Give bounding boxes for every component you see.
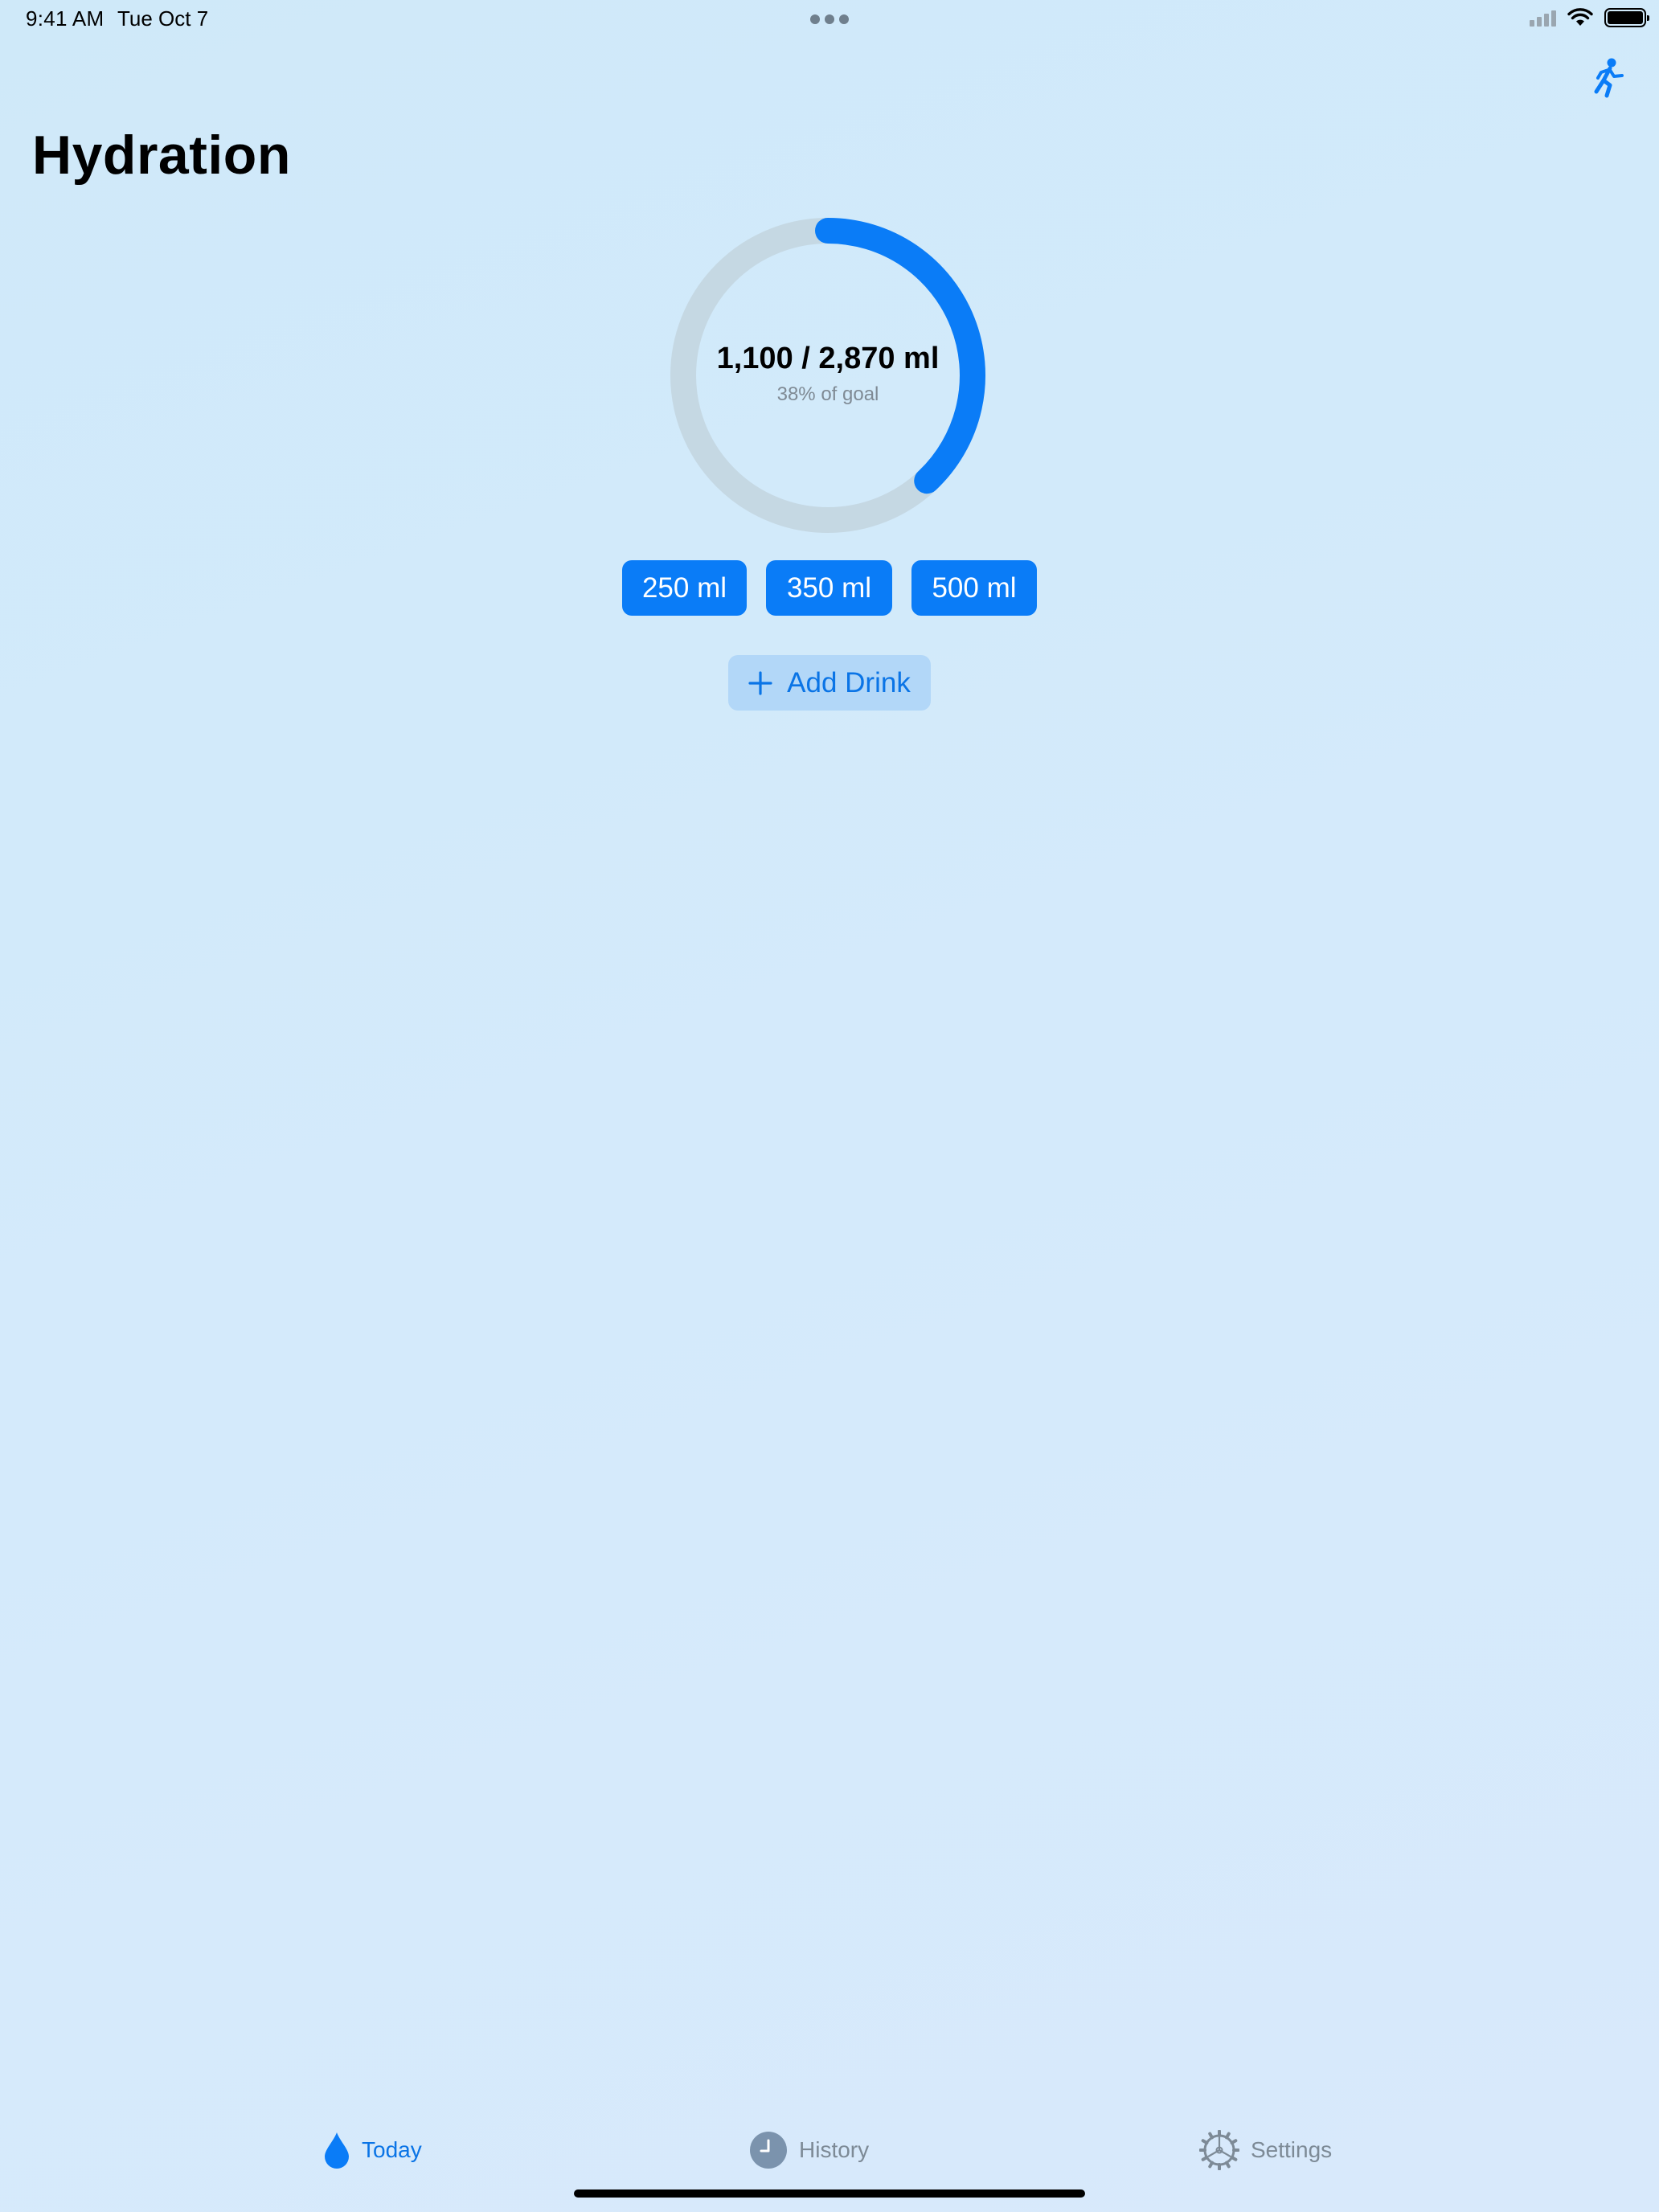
water-drop-icon bbox=[325, 2132, 349, 2169]
add-drink-button[interactable]: Add Drink bbox=[728, 655, 931, 711]
progress-readout: 1,100 / 2,870 ml 38% of goal bbox=[667, 215, 989, 536]
quick-add-500-button[interactable]: 500 ml bbox=[911, 560, 1037, 616]
tab-bar: Today History Settings bbox=[0, 2114, 1659, 2186]
cellular-signal-icon bbox=[1530, 9, 1556, 27]
gear-icon bbox=[1199, 2130, 1239, 2170]
battery-icon bbox=[1604, 8, 1649, 27]
tab-history[interactable]: History bbox=[749, 2114, 869, 2186]
tab-settings-label: Settings bbox=[1251, 2137, 1333, 2162]
status-bar: 9:41 AM Tue Oct 7 bbox=[0, 0, 1659, 40]
tab-today-label: Today bbox=[362, 2137, 422, 2162]
progress-percent: 38% of goal bbox=[776, 383, 879, 405]
tab-settings[interactable]: Settings bbox=[1199, 2114, 1332, 2186]
status-indicators bbox=[1530, 8, 1649, 27]
home-indicator[interactable] bbox=[574, 2189, 1085, 2198]
multitasking-dots-icon[interactable] bbox=[810, 14, 849, 24]
clock-icon bbox=[750, 2132, 787, 2169]
tab-history-label: History bbox=[799, 2137, 870, 2162]
progress-amount: 1,100 / 2,870 ml bbox=[716, 342, 940, 375]
quick-add-250-button[interactable]: 250 ml bbox=[622, 560, 747, 616]
plus-icon bbox=[748, 670, 772, 695]
status-date: Tue Oct 7 bbox=[117, 6, 209, 31]
quick-add-350-button[interactable]: 350 ml bbox=[766, 560, 892, 616]
page-title: Hydration bbox=[32, 125, 291, 186]
tab-today[interactable]: Today bbox=[323, 2114, 422, 2186]
running-figure-icon[interactable] bbox=[1585, 56, 1630, 101]
status-time: 9:41 AM bbox=[26, 6, 104, 31]
wifi-icon bbox=[1567, 8, 1593, 26]
add-drink-label: Add Drink bbox=[787, 666, 911, 698]
